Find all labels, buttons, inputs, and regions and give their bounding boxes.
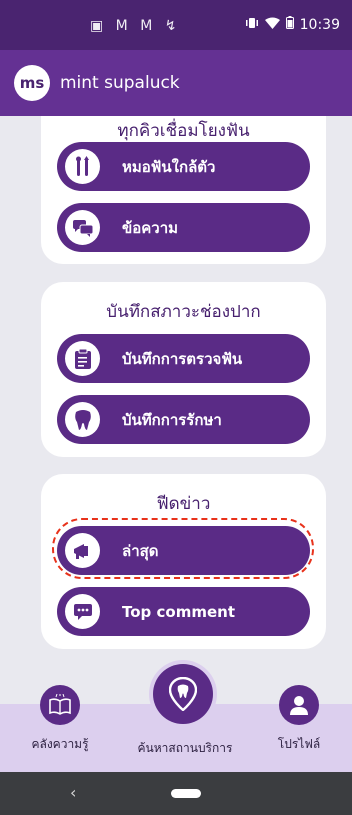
top-comment-label: Top comment <box>122 602 235 621</box>
app-bar: ms mint supaluck <box>0 50 352 116</box>
system-status: 10:39 <box>245 16 340 33</box>
dental-checkup-record-label: บันทึกการตรวจฟัน <box>122 349 243 368</box>
search-service-button[interactable] <box>153 664 213 724</box>
tooth-location-icon <box>169 677 197 711</box>
status-bar: ▣ M M ↯ 10:39 <box>0 0 352 50</box>
home-pill-icon[interactable] <box>171 789 201 798</box>
system-nav-bar: ‹ <box>0 772 352 815</box>
card-title-oral-record: บันทึกสภาวะช่องปาก <box>106 302 261 322</box>
tooth-icon <box>65 402 100 437</box>
book-icon <box>40 685 80 725</box>
back-icon[interactable]: ‹ <box>70 783 76 802</box>
oral-health-record-card: บันทึกสภาวะช่องปาก บันทึกการตรวจฟัน บันท… <box>41 282 326 457</box>
card-title-dental-link: ทุกคิวเชื่อมโยงฟัน <box>117 121 250 141</box>
chat-icon <box>65 210 100 245</box>
dental-link-card: ทุกคิวเชื่อมโยงฟัน หมอฟันใกล้ตัว ข้อความ <box>41 116 326 264</box>
clock: 10:39 <box>299 16 340 33</box>
wifi-icon <box>264 17 280 33</box>
profile-icon <box>279 685 319 725</box>
messages-button[interactable]: ข้อความ <box>57 203 310 252</box>
battery-icon <box>285 16 294 33</box>
messages-label: ข้อความ <box>122 218 179 237</box>
nearby-dentist-label: หมอฟันใกล้ตัว <box>122 157 216 176</box>
nav-profile-label: โปรไฟล์ <box>277 737 321 751</box>
nav-knowledge[interactable]: คลังความรู้ <box>20 685 100 754</box>
treatment-record-label: บันทึกการรักษา <box>122 410 222 429</box>
dental-tools-icon <box>65 149 100 184</box>
user-avatar[interactable]: ms <box>14 65 50 101</box>
notification-icons: ▣ M M ↯ <box>90 18 181 34</box>
top-comment-button[interactable]: Top comment <box>57 587 310 636</box>
card-title-news-feed: ฟีดข่าว <box>156 494 211 514</box>
selection-highlight <box>52 518 314 579</box>
dental-checkup-record-button[interactable]: บันทึกการตรวจฟัน <box>57 334 310 383</box>
nav-profile[interactable]: โปรไฟล์ <box>264 685 334 754</box>
vibrate-icon <box>245 17 259 33</box>
treatment-record-button[interactable]: บันทึกการรักษา <box>57 395 310 444</box>
nearby-dentist-button[interactable]: หมอฟันใกล้ตัว <box>57 142 310 191</box>
menu-content[interactable]: ทุกคิวเชื่อมโยงฟัน หมอฟันใกล้ตัว ข้อความ… <box>0 116 352 704</box>
nav-search-service-label: ค้นหาสถานบริการ <box>137 741 233 755</box>
nav-knowledge-label: คลังความรู้ <box>31 737 89 751</box>
comment-icon <box>65 594 100 629</box>
username: mint supaluck <box>60 73 180 93</box>
clipboard-icon <box>65 341 100 376</box>
